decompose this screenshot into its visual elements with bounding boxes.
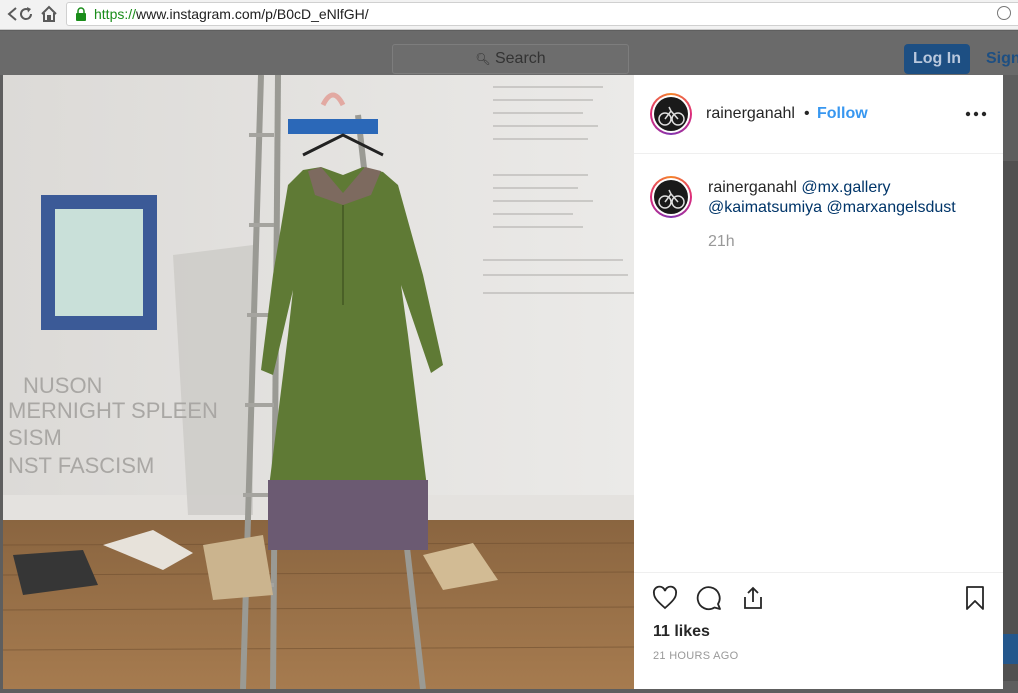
- mention-link[interactable]: @kaimatsumiya: [708, 199, 822, 216]
- browser-toolbar: https://www.instagram.com/p/B0cD_eNlfGH/: [0, 0, 1018, 30]
- post-header: rainerganahl • Follow: [634, 75, 1003, 154]
- caption-username[interactable]: rainerganahl: [708, 179, 797, 196]
- post-actions: 11 likes 21 HOURS AGO: [634, 572, 1003, 689]
- url-path: www.instagram.com/p/B0cD_eNlfGH/: [136, 6, 369, 22]
- wall-text-4: NST FASCISM: [8, 453, 154, 478]
- background-post: [1003, 161, 1018, 681]
- wall-text-1: NUSON: [23, 373, 102, 398]
- url-text: https://www.instagram.com/p/B0cD_eNlfGH/: [94, 6, 369, 22]
- likes-count[interactable]: 11 likes: [653, 623, 710, 641]
- more-icon[interactable]: [965, 105, 987, 125]
- extension-icon[interactable]: [997, 6, 1011, 20]
- wall-text-3: SISM: [8, 425, 62, 450]
- search-input[interactable]: 🔍︎ Search: [392, 44, 629, 74]
- comment-icon[interactable]: [696, 585, 722, 611]
- bookmark-icon[interactable]: [962, 585, 988, 611]
- separator-dot: •: [804, 105, 810, 122]
- url-scheme: https://: [94, 6, 137, 22]
- caption-avatar[interactable]: [650, 176, 692, 218]
- search-placeholder: Search: [494, 50, 546, 67]
- search-icon: 🔍︎: [475, 52, 491, 66]
- post-caption: rainerganahl @mx.gallery @kaimatsumiya @…: [708, 178, 988, 218]
- photo-image: NUSON MERNIGHT SPLEEN SISM NST FASCISM: [3, 75, 634, 689]
- home-icon[interactable]: [39, 4, 59, 24]
- avatar[interactable]: [650, 93, 692, 135]
- address-bar[interactable]: https://www.instagram.com/p/B0cD_eNlfGH/: [66, 2, 1018, 26]
- follow-button[interactable]: Follow: [817, 105, 868, 123]
- post-timestamp[interactable]: 21 HOURS AGO: [653, 650, 739, 662]
- caption-time[interactable]: 21h: [708, 233, 735, 251]
- background-button: [1003, 634, 1018, 664]
- lock-icon: [76, 7, 86, 21]
- share-icon[interactable]: [740, 585, 766, 611]
- signup-link[interactable]: Sign: [986, 44, 1018, 74]
- caption-avatar-image: [658, 189, 685, 209]
- reload-icon[interactable]: [16, 4, 36, 24]
- wall-text-2: MERNIGHT SPLEEN: [8, 398, 218, 423]
- mention-link[interactable]: @marxangelsdust: [827, 199, 956, 216]
- post-details-panel: rainerganahl • Follow rainerganahl @mx.g…: [634, 75, 1003, 689]
- post-photo[interactable]: NUSON MERNIGHT SPLEEN SISM NST FASCISM: [3, 75, 634, 689]
- avatar-image: [658, 106, 685, 126]
- login-button[interactable]: Log In: [904, 44, 970, 74]
- heart-icon[interactable]: [652, 585, 678, 611]
- mention-link[interactable]: @mx.gallery: [801, 179, 890, 196]
- header-username[interactable]: rainerganahl: [706, 105, 795, 123]
